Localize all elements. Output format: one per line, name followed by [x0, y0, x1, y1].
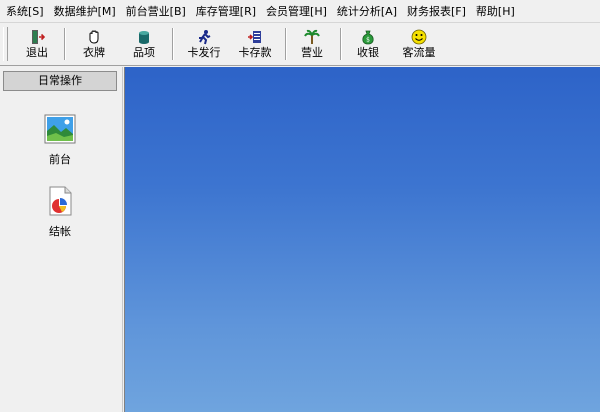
landscape-picture-icon [44, 114, 76, 144]
toolbar: 退出 衣牌 品项 卡发行 卡存款 营业 $ 收银 客流量 [0, 22, 600, 66]
front-desk-label: 前台 [49, 153, 71, 166]
front-desk-shortcut[interactable]: 前台 [20, 113, 100, 167]
cashier-label: 收银 [357, 46, 379, 59]
toolbar-separator [340, 28, 342, 60]
items-label: 品项 [133, 46, 155, 59]
menu-membership[interactable]: 会员管理[H] [261, 3, 332, 19]
main-workspace [124, 67, 600, 412]
card-deposit-label: 卡存款 [238, 46, 272, 59]
document-chart-icon [49, 186, 72, 216]
card-issue-label: 卡发行 [187, 46, 221, 59]
checkout-label: 结帐 [49, 225, 71, 238]
customer-flow-button[interactable]: 客流量 [397, 26, 441, 62]
menu-front-desk[interactable]: 前台营业[B] [121, 3, 191, 19]
palm-tree-icon [304, 29, 320, 44]
customer-flow-label: 客流量 [402, 46, 436, 59]
toolbar-separator [64, 28, 66, 60]
business-label: 营业 [301, 46, 323, 59]
garment-tag-label: 衣牌 [83, 46, 105, 59]
toolbar-grip[interactable] [3, 27, 8, 61]
exit-button[interactable]: 退出 [15, 26, 59, 62]
menu-system[interactable]: 系统[S] [0, 3, 49, 19]
menu-statistics[interactable]: 统计分析[A] [332, 3, 402, 19]
hand-icon [89, 30, 99, 44]
menu-data-maintenance[interactable]: 数据维护[M] [49, 3, 121, 19]
card-deposit-icon [248, 31, 261, 43]
runner-icon [199, 30, 211, 45]
business-button[interactable]: 营业 [290, 26, 334, 62]
smiley-icon [411, 29, 427, 45]
garment-tag-button[interactable]: 衣牌 [72, 26, 116, 62]
money-bag-icon: $ [362, 30, 374, 45]
toolbar-separator [172, 28, 174, 60]
card-issue-button[interactable]: 卡发行 [182, 26, 226, 62]
items-button[interactable]: 品项 [122, 26, 166, 62]
svg-text:$: $ [366, 37, 370, 44]
card-deposit-button[interactable]: 卡存款 [233, 26, 277, 62]
exit-button-label: 退出 [26, 46, 48, 59]
toolbar-separator [285, 28, 287, 60]
checkout-shortcut[interactable]: 结帐 [20, 185, 100, 239]
exit-door-icon [32, 30, 45, 44]
cylinder-icon [139, 31, 149, 44]
menu-help[interactable]: 帮助[H] [471, 3, 520, 19]
menu-finance-reports[interactable]: 财务报表[F] [402, 3, 471, 19]
left-panel: 日常操作 前台 结帐 [0, 67, 123, 412]
cashier-button[interactable]: $ 收银 [346, 26, 390, 62]
menu-bar: 系统[S] 数据维护[M] 前台营业[B] 库存管理[R] 会员管理[H] 统计… [0, 0, 600, 22]
menu-inventory[interactable]: 库存管理[R] [191, 3, 261, 19]
panel-header[interactable]: 日常操作 [3, 71, 117, 91]
